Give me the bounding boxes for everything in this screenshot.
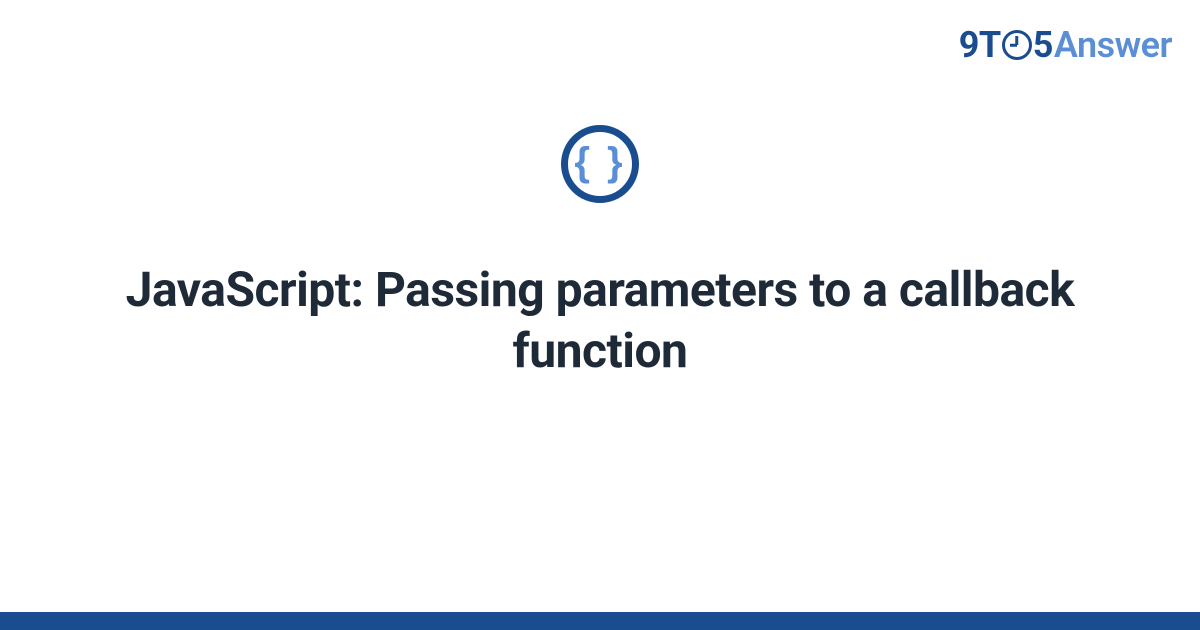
clock-icon [1002,30,1032,60]
braces-icon: { } [574,142,625,182]
site-logo[interactable]: 9 T 5 Answer [959,24,1172,66]
logo-part-9: 9 [959,24,979,66]
logo-part-answer: Answer [1054,24,1172,66]
content-block: { } JavaScript: Passing parameters to a … [0,125,1200,382]
language-badge: { } [561,125,639,203]
logo-part-t: T [979,24,1001,66]
logo-part-5: 5 [1033,24,1053,66]
footer-accent-bar [0,612,1200,630]
page-title: JavaScript: Passing parameters to a call… [110,259,1090,382]
